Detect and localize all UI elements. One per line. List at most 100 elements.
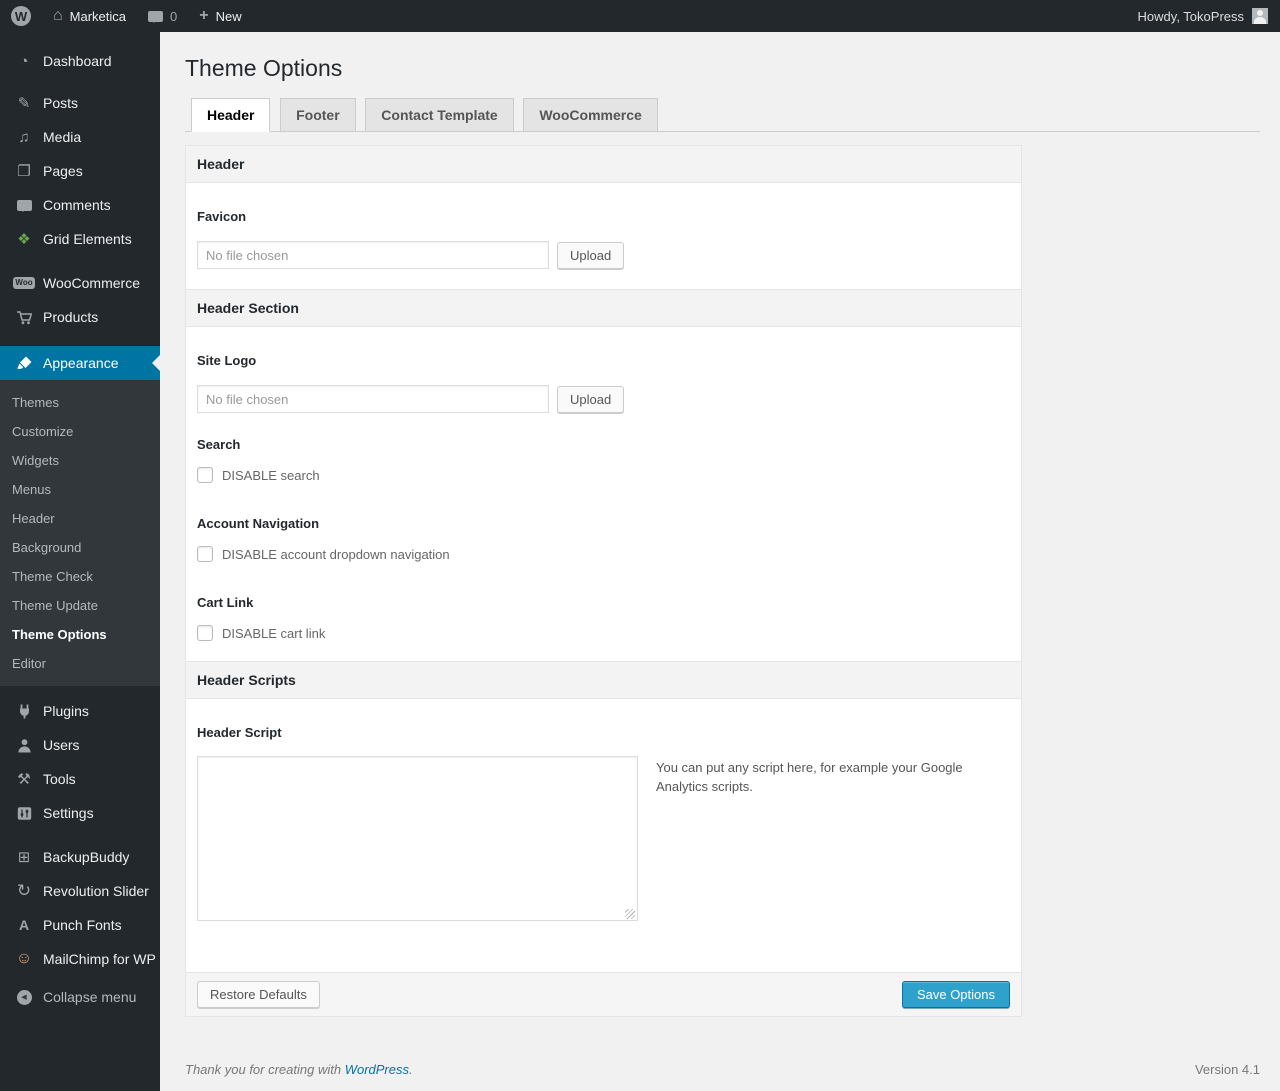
sidebar-item-label: Tools <box>43 771 76 787</box>
sidebar-item-tools[interactable]: Tools <box>0 762 160 796</box>
header-script-label: Header Script <box>197 725 282 740</box>
appearance-submenu: Themes Customize Widgets Menus Header Ba… <box>0 380 160 686</box>
favicon-upload-button[interactable]: Upload <box>557 241 625 269</box>
menu-separator <box>0 334 160 346</box>
section-header-section-title: Header Section <box>186 289 1021 327</box>
sidebar-item-posts[interactable]: Posts <box>0 86 160 120</box>
submenu-item-theme-update[interactable]: Theme Update <box>0 591 160 620</box>
sidebar-item-comments[interactable]: Comments <box>0 188 160 222</box>
submenu-item-editor[interactable]: Editor <box>0 649 160 678</box>
sidebar-item-settings[interactable]: Settings <box>0 796 160 830</box>
howdy-account-link[interactable]: Howdy, TokoPress <box>1138 9 1244 24</box>
tab-contact-template[interactable]: Contact Template <box>365 98 514 131</box>
new-content-button[interactable]: New <box>188 0 252 32</box>
favicon-file-row: Upload <box>197 241 1010 269</box>
disable-account-navigation-checkbox[interactable] <box>197 546 213 562</box>
sidebar-item-label: Settings <box>43 805 94 821</box>
tab-header[interactable]: Header <box>191 98 271 132</box>
panel-footer: Restore Defaults Save Options <box>186 972 1021 1016</box>
sidebar-item-label: Posts <box>43 95 79 111</box>
sidebar-item-media[interactable]: Media <box>0 120 160 154</box>
sidebar-item-label: Punch Fonts <box>43 917 122 933</box>
submenu-item-menus[interactable]: Menus <box>0 475 160 504</box>
media-icon <box>14 129 34 146</box>
submenu-item-header[interactable]: Header <box>0 504 160 533</box>
page-footer: Thank you for creating with WordPress. V… <box>185 1062 1260 1077</box>
backupbuddy-icon <box>14 848 34 866</box>
submenu-item-theme-options[interactable]: Theme Options <box>0 620 160 649</box>
sidebar-item-users[interactable]: Users <box>0 728 160 762</box>
sidebar-item-dashboard[interactable]: Dashboard <box>0 44 160 78</box>
site-logo-file-row: Upload <box>197 385 1010 413</box>
admin-sidebar: Dashboard Posts Media Pages Comments Gri… <box>0 32 160 1091</box>
site-logo-upload-button[interactable]: Upload <box>557 385 625 413</box>
sidebar-item-label: Products <box>43 309 99 325</box>
collapse-icon <box>14 989 34 1005</box>
sidebar-item-punch-fonts[interactable]: Punch Fonts <box>0 908 160 942</box>
search-label: Search <box>197 437 241 452</box>
tab-woocommerce[interactable]: WooCommerce <box>523 98 658 131</box>
section-header-section-body: Site Logo Upload Search DISABLE search A… <box>186 327 1021 661</box>
settings-icon <box>14 806 34 821</box>
sidebar-item-backupbuddy[interactable]: BackupBuddy <box>0 840 160 874</box>
sidebar-item-pages[interactable]: Pages <box>0 154 160 188</box>
section-header-title: Header <box>186 146 1021 183</box>
pages-icon <box>14 162 34 180</box>
footer-thanks-prefix: Thank you for creating with <box>185 1062 345 1077</box>
site-logo-input[interactable] <box>197 385 549 413</box>
sidebar-item-label: Grid Elements <box>43 231 132 247</box>
menu-separator <box>0 78 160 86</box>
sidebar-item-woocommerce[interactable]: WooCommerce <box>0 266 160 300</box>
plugins-icon <box>14 704 34 719</box>
sidebar-item-label: Plugins <box>43 703 89 719</box>
comments-count: 0 <box>170 8 178 24</box>
header-script-hint: You can put any script here, for example… <box>656 760 963 794</box>
section-header-body: Favicon Upload <box>186 183 1021 289</box>
user-avatar-icon[interactable] <box>1252 8 1268 24</box>
cart-link-label: Cart Link <box>197 595 254 610</box>
sidebar-item-products[interactable]: Products <box>0 300 160 334</box>
sidebar-item-label: Users <box>43 737 80 753</box>
wordpress-menu-button[interactable] <box>0 0 42 32</box>
main-content: Theme Options Header Footer Contact Temp… <box>160 32 1280 1091</box>
favicon-input[interactable] <box>197 241 549 269</box>
appearance-icon <box>14 356 34 371</box>
sidebar-item-revolution-slider[interactable]: Revolution Slider <box>0 874 160 908</box>
comments-shortcut[interactable]: 0 <box>137 0 188 32</box>
header-script-textarea[interactable] <box>197 756 638 921</box>
submenu-item-background[interactable]: Background <box>0 533 160 562</box>
submenu-item-customize[interactable]: Customize <box>0 417 160 446</box>
save-options-button[interactable]: Save Options <box>901 981 1010 1008</box>
sidebar-item-appearance[interactable]: Appearance <box>0 346 160 380</box>
sidebar-item-label: BackupBuddy <box>43 849 130 865</box>
tab-footer[interactable]: Footer <box>280 98 356 131</box>
sidebar-item-mailchimp[interactable]: MailChimp for WP <box>0 942 160 976</box>
sidebar-item-plugins[interactable]: Plugins <box>0 694 160 728</box>
current-menu-arrow-icon <box>144 355 160 371</box>
wordpress-logo-icon <box>11 6 31 26</box>
collapse-menu-button[interactable]: Collapse menu <box>0 980 160 1014</box>
header-script-textarea-wrap <box>197 756 638 924</box>
site-home-icon <box>53 8 63 24</box>
wordpress-link[interactable]: WordPress <box>345 1062 409 1077</box>
disable-search-checkbox[interactable] <box>197 467 213 483</box>
disable-cart-link-checkbox[interactable] <box>197 625 213 641</box>
sidebar-item-label: Revolution Slider <box>43 883 149 899</box>
disable-account-row: DISABLE account dropdown navigation <box>197 546 1010 562</box>
site-link[interactable]: Marketica <box>42 0 137 32</box>
restore-defaults-button[interactable]: Restore Defaults <box>197 981 320 1008</box>
theme-options-panel: Header Favicon Upload Header Section Sit… <box>185 145 1022 1017</box>
submenu-item-theme-check[interactable]: Theme Check <box>0 562 160 591</box>
submenu-item-widgets[interactable]: Widgets <box>0 446 160 475</box>
new-label: New <box>215 8 242 24</box>
sidebar-item-grid-elements[interactable]: Grid Elements <box>0 222 160 256</box>
submenu-item-themes[interactable]: Themes <box>0 388 160 417</box>
sidebar-item-label: Appearance <box>43 355 119 371</box>
woocommerce-icon <box>13 277 35 289</box>
disable-search-label: DISABLE search <box>222 467 320 483</box>
plus-icon <box>199 8 208 24</box>
admin-bar-left: Marketica 0 New <box>0 0 253 32</box>
comments-bubble-icon <box>148 10 164 23</box>
version-text: Version 4.1 <box>1194 1062 1260 1077</box>
site-logo-label: Site Logo <box>197 353 257 368</box>
